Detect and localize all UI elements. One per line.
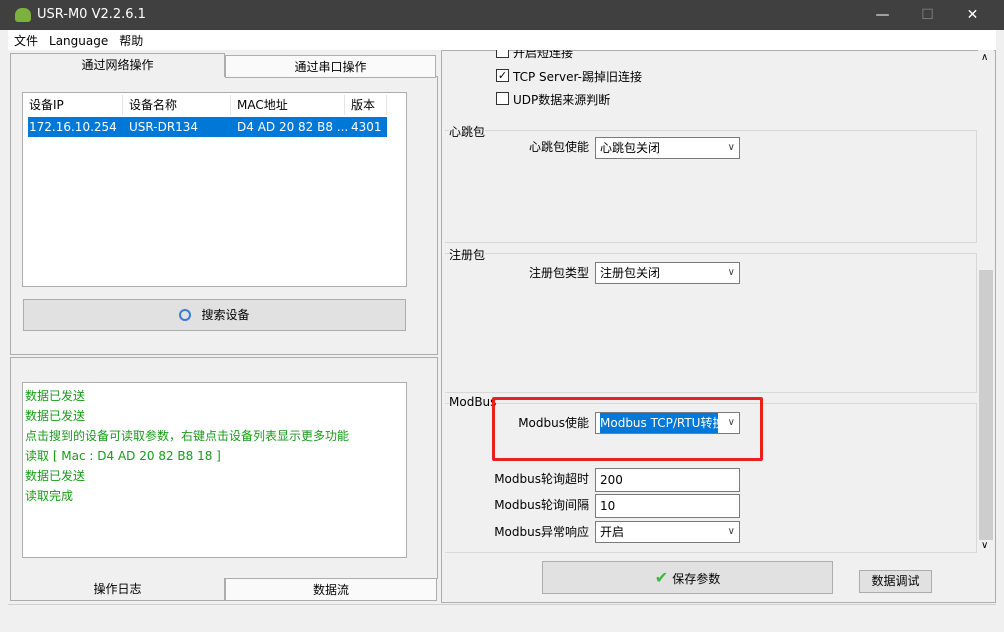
checkmark-icon: ✔	[654, 568, 669, 587]
udp-source-checkbox[interactable]	[496, 92, 509, 105]
menu-file[interactable]: 文件	[8, 30, 43, 49]
modbus-title: ModBus	[449, 395, 497, 409]
col-ip[interactable]: 设备IP	[23, 95, 123, 115]
log-line: 数据已发送	[25, 469, 86, 483]
status-bar	[8, 604, 996, 623]
tab-network[interactable]: 通过网络操作	[10, 53, 225, 77]
modbus-interval-input[interactable]: 10	[595, 494, 740, 518]
log-line: 读取完成	[25, 489, 74, 503]
chevron-down-icon: ∨	[727, 526, 735, 537]
chevron-down-icon: ∨	[727, 142, 735, 153]
modbus-exception-select[interactable]: 开启 ∨	[595, 521, 740, 543]
col-version[interactable]: 版本	[345, 95, 387, 115]
modbus-exception-label: Modbus异常响应	[494, 525, 589, 539]
maximize-button[interactable]: ☐	[905, 0, 950, 30]
scroll-down-icon[interactable]: ∨	[981, 540, 988, 551]
kick-old-connection-label: TCP Server-踢掉旧连接	[513, 70, 642, 84]
kick-old-connection-checkbox[interactable]: ✓	[496, 69, 509, 82]
register-type-label: 注册包类型	[528, 266, 589, 280]
settings-scroll-area: 开启短连接 ✓ TCP Server-踢掉旧连接 UDP数据来源判断 心跳包 心…	[443, 50, 978, 555]
menu-help[interactable]: 帮助	[113, 30, 148, 49]
menu-language[interactable]: Language	[43, 32, 113, 48]
tab-data-stream[interactable]: 数据流	[225, 578, 437, 601]
col-mac[interactable]: MAC地址	[231, 95, 345, 115]
device-table: 设备IP 设备名称 MAC地址 版本 172.16.10.254 USR-DR1…	[22, 92, 407, 287]
log-line: 读取 [ Mac : D4 AD 20 82 B8 18 ]	[25, 449, 221, 463]
magnifier-icon	[179, 309, 192, 321]
data-debug-button[interactable]: 数据调试	[859, 570, 932, 593]
chevron-down-icon: ∨	[727, 267, 735, 278]
scrollbar-thumb[interactable]	[979, 270, 993, 540]
short-connection-label: 开启短连接	[513, 50, 574, 60]
short-connection-checkbox[interactable]	[496, 50, 509, 58]
log-line: 数据已发送	[25, 389, 86, 403]
log-line: 点击搜到的设备可读取参数，右键点击设备列表显示更多功能	[25, 429, 350, 443]
modbus-timeout-input[interactable]: 200	[595, 468, 740, 492]
col-name[interactable]: 设备名称	[123, 95, 231, 115]
vertical-scrollbar[interactable]: ∧ ∨	[978, 50, 994, 555]
search-device-button[interactable]: 搜索设备	[23, 299, 406, 331]
app-icon	[15, 8, 31, 22]
highlight-box	[492, 397, 763, 461]
udp-source-label: UDP数据来源判断	[513, 93, 611, 107]
modbus-timeout-label: Modbus轮询超时	[494, 472, 589, 486]
scroll-up-icon[interactable]: ∧	[981, 52, 988, 63]
save-params-label: 保存参数	[672, 572, 721, 586]
cell-mac: D4 AD 20 82 B8 ...	[237, 120, 349, 134]
cell-version: 4301	[351, 120, 382, 134]
heartbeat-enable-select[interactable]: 心跳包关闭 ∨	[595, 137, 740, 159]
minimize-button[interactable]: —	[860, 0, 905, 30]
tab-serial[interactable]: 通过串口操作	[225, 55, 436, 78]
tab-operation-log[interactable]: 操作日志	[10, 578, 225, 601]
log-box: 数据已发送 数据已发送 点击搜到的设备可读取参数，右键点击设备列表显示更多功能 …	[22, 382, 407, 558]
log-line: 数据已发送	[25, 409, 86, 423]
register-type-select[interactable]: 注册包关闭 ∨	[595, 262, 740, 284]
register-title: 注册包	[449, 246, 486, 263]
close-button[interactable]: ✕	[950, 0, 995, 30]
window-title: USR-M0 V2.2.6.1	[37, 7, 146, 22]
title-bar: USR-M0 V2.2.6.1 — ☐ ✕	[0, 0, 1004, 30]
search-device-label: 搜索设备	[201, 308, 250, 322]
save-params-button[interactable]: ✔ 保存参数	[542, 561, 833, 594]
modbus-interval-label: Modbus轮询间隔	[494, 498, 589, 512]
cell-ip: 172.16.10.254	[29, 120, 117, 134]
heartbeat-enable-label: 心跳包使能	[528, 140, 589, 154]
cell-name: USR-DR134	[129, 120, 199, 134]
menu-bar: 文件 Language 帮助	[8, 30, 996, 50]
